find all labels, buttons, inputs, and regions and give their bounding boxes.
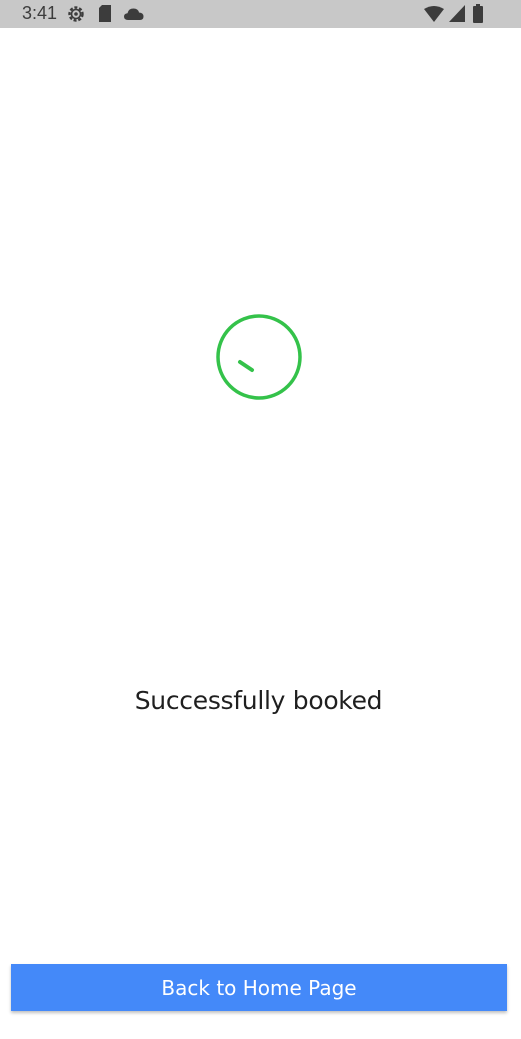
sd-card-icon [98,5,112,27]
status-bar: 3:41 [0,0,521,28]
back-to-home-button[interactable]: Back to Home Page [11,964,507,1011]
settings-icon [66,4,86,29]
success-message: Successfully booked [134,686,383,715]
booking-success-screen: 3:41 Successfully booked Back to Home Pa… [0,0,521,1039]
check-circle-icon [216,314,302,400]
cloud-icon [124,7,144,25]
battery-icon [473,4,483,28]
signal-icon [449,5,465,27]
status-time: 3:41 [22,3,58,23]
wifi-icon [424,6,444,27]
